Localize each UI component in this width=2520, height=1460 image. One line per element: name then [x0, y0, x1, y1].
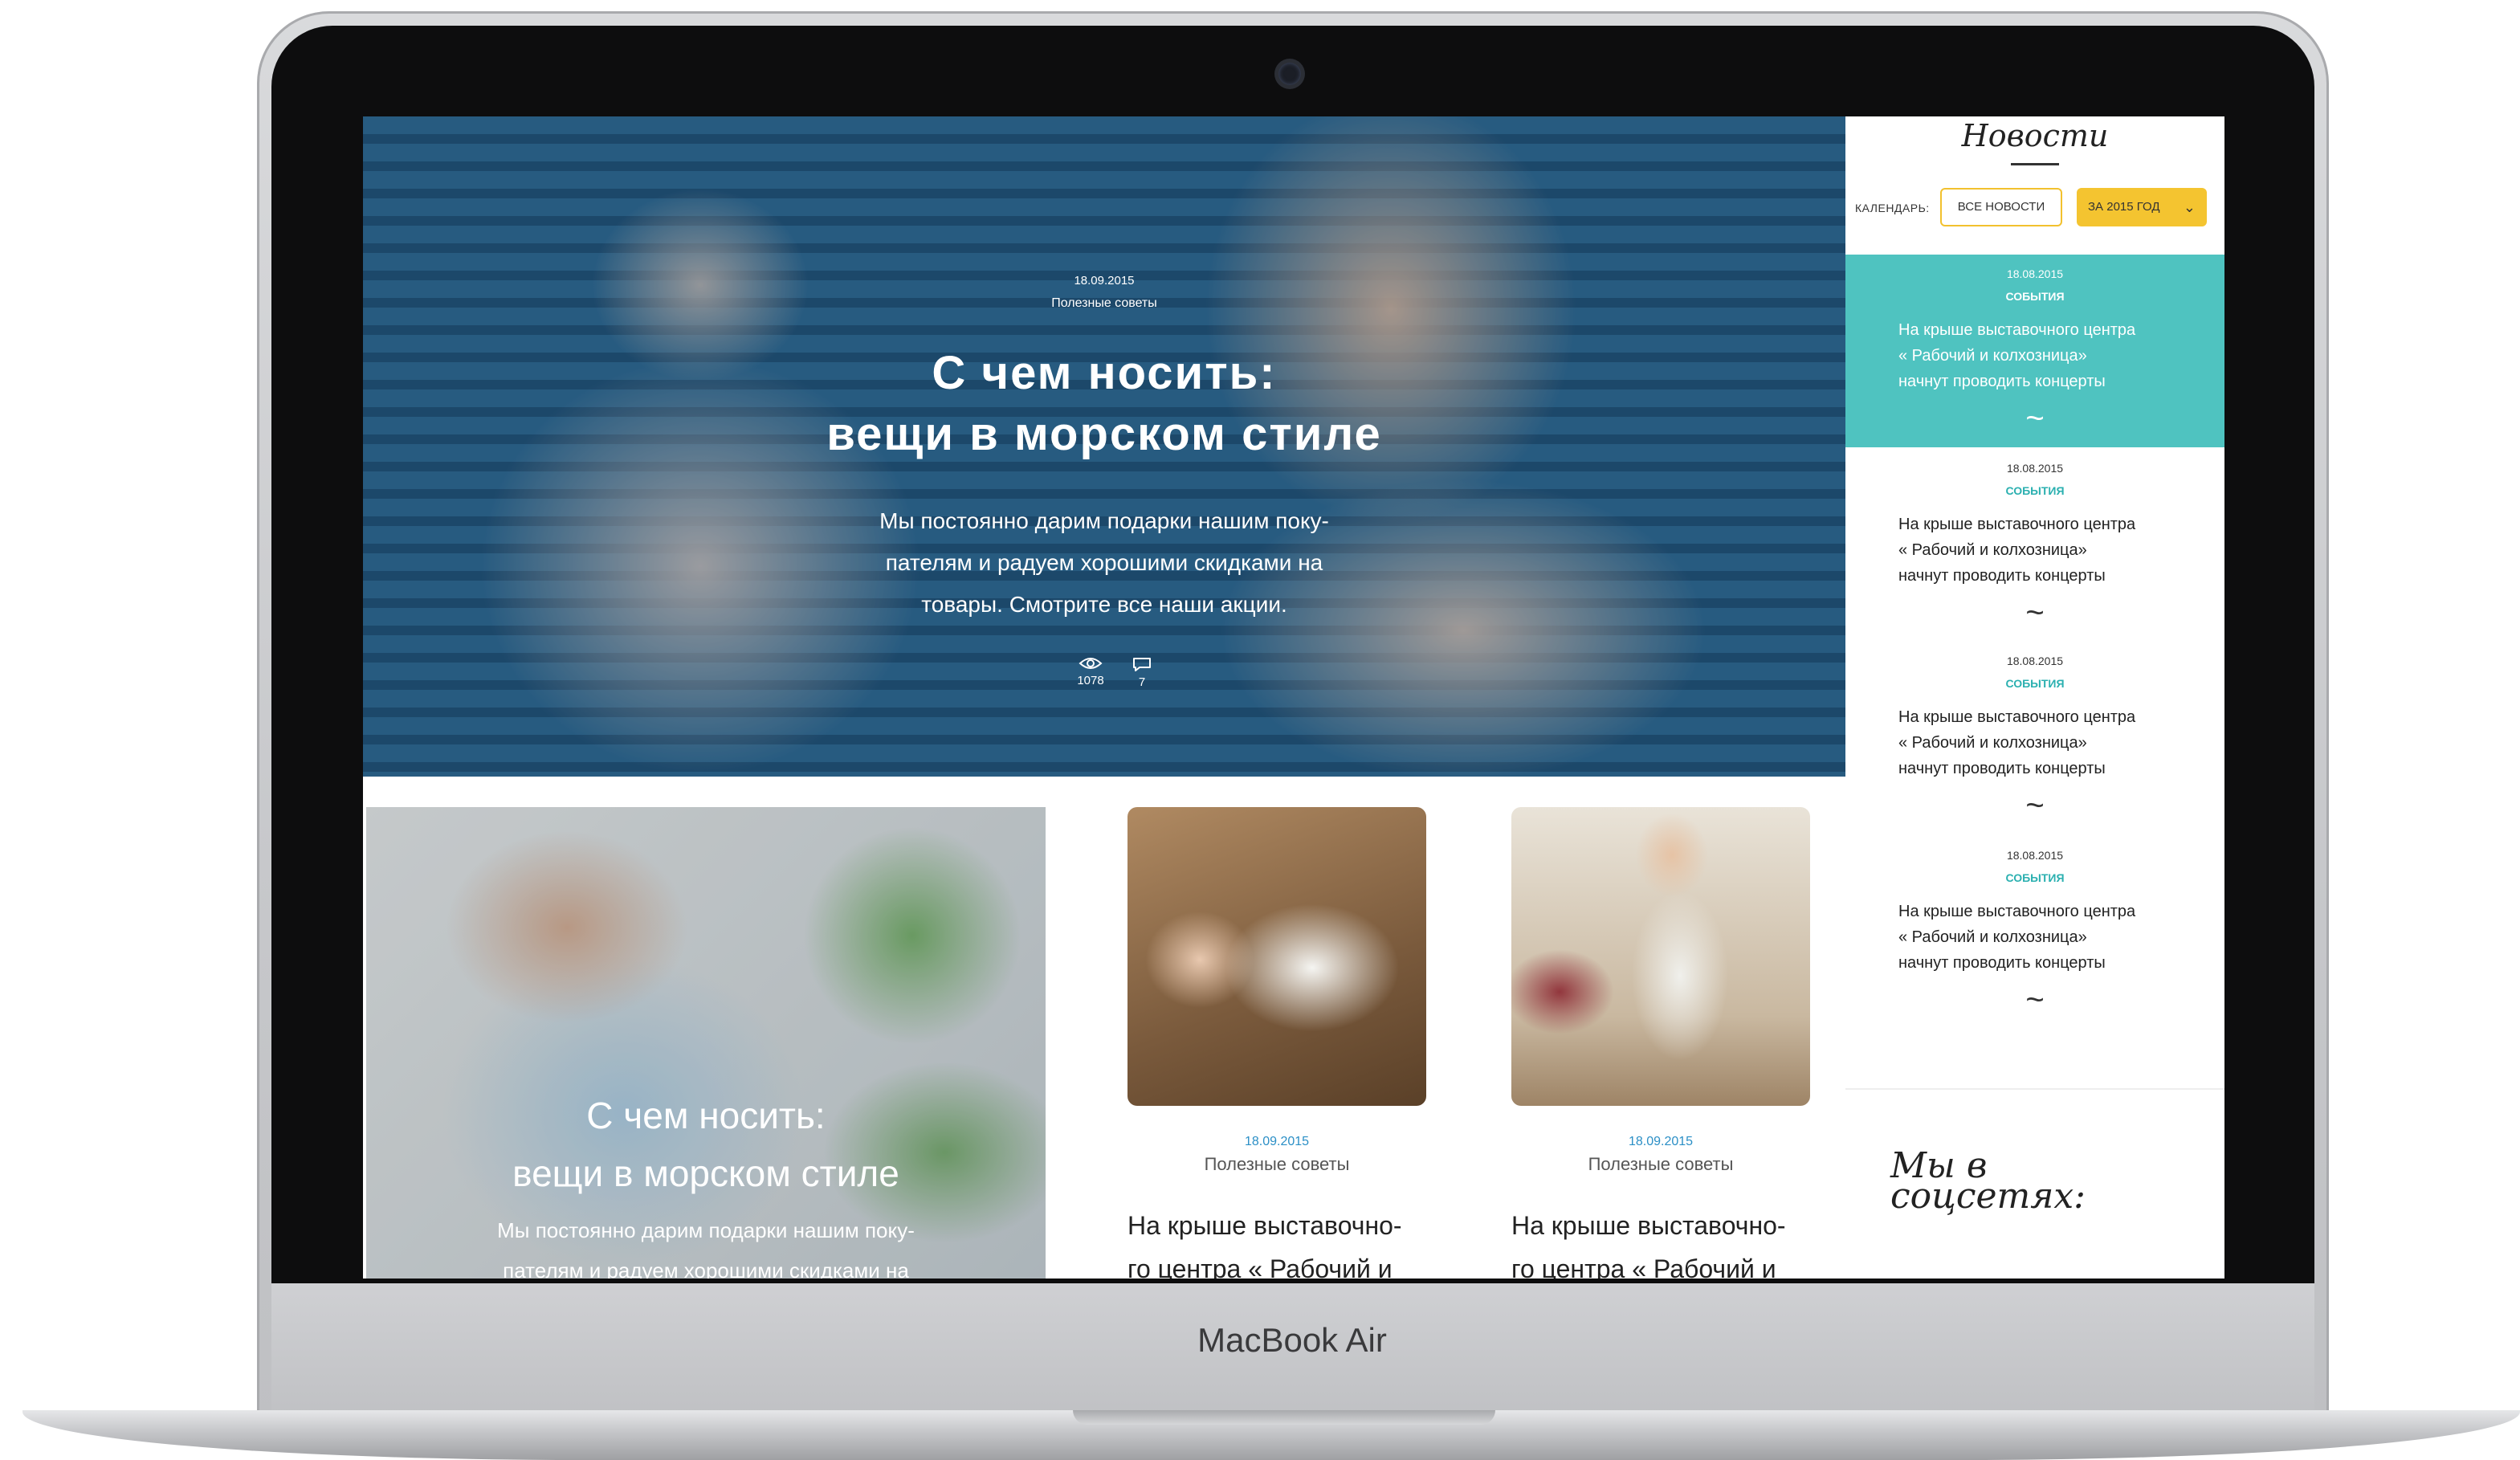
separator-tilde: ~	[2025, 595, 2045, 630]
sidebar-title: Новости	[1961, 118, 2109, 153]
news-category: СОБЫТИЯ	[2005, 677, 2065, 690]
article-category[interactable]: Полезные советы	[1127, 1154, 1426, 1175]
article-title[interactable]: На крыше выставочно- го центра « Рабочий…	[1511, 1204, 1817, 1279]
feature-overlay	[366, 807, 1046, 1279]
social-heading-line: соцсетях:	[1890, 1176, 2086, 1217]
article-title-line: На крыше выставочно-	[1127, 1211, 1402, 1240]
chevron-down-icon: ⌄	[2183, 199, 2196, 215]
device-brand: MacBook Air	[1197, 1321, 1387, 1359]
article-title-line: На крыше выставочно-	[1511, 1211, 1786, 1240]
news-date: 18.08.2015	[2006, 849, 2064, 862]
news-title-line: начнут проводить концерты	[1898, 567, 2106, 585]
views-count: 1078	[1077, 674, 1104, 687]
article-meta: 18.09.2015 Полезные советы	[1511, 1135, 1810, 1175]
article-category[interactable]: Полезные советы	[1511, 1154, 1810, 1175]
news-title-line: « Рабочий и колхозница»	[1898, 347, 2087, 365]
news-title[interactable]: На крыше выставочного центра « Рабочий и…	[1898, 899, 2171, 976]
hero-title[interactable]: С чем носить: вещи в морском стиле	[363, 343, 1845, 465]
hero-text-line: пателям и радуем хорошими скидками на	[885, 550, 1323, 575]
social-heading: Мы в соцсетях:	[1890, 1148, 2086, 1217]
news-title-line: « Рабочий и колхозница»	[1898, 734, 2087, 752]
separator-tilde: ~	[2025, 401, 2045, 436]
article-title[interactable]: На крыше выставочно- го центра « Рабочий…	[1127, 1204, 1433, 1279]
hero-text: Мы постоянно дарим подарки нашим поку- п…	[815, 500, 1393, 626]
article-image[interactable]	[1127, 807, 1426, 1106]
feature-text: Мы постоянно дарим подарки нашим поку- п…	[366, 1210, 1046, 1279]
hero-title-line: С чем носить:	[932, 347, 1277, 399]
news-title-line: На крыше выставочного центра	[1898, 708, 2136, 726]
news-category: СОБЫТИЯ	[2005, 290, 2065, 303]
article-title-line: го центра « Рабочий и	[1511, 1254, 1776, 1279]
sidebar-divider	[1845, 1088, 2224, 1090]
title-underline	[2011, 163, 2059, 165]
hero-text-line: товары. Смотрите все наши акции.	[921, 592, 1287, 617]
article-image[interactable]	[1511, 807, 1810, 1106]
feature-text-line: пателям и радуем хорошими скидками на	[503, 1258, 909, 1279]
year-select[interactable]: ЗА 2015 ГОД ⌄	[2077, 188, 2207, 226]
article-meta: 18.09.2015 Полезные советы	[1127, 1135, 1426, 1175]
news-sidebar: Новости КАЛЕНДАРЬ: ВСЕ НОВОСТИ ЗА 2015 Г…	[1845, 116, 2224, 1279]
news-item[interactable]: 18.08.2015 СОБЫТИЯ На крыше выставочного…	[1845, 267, 2224, 434]
news-item[interactable]: 18.08.2015 СОБЫТИЯ На крыше выставочного…	[1845, 655, 2224, 822]
news-date: 18.08.2015	[2006, 267, 2064, 280]
news-title-line: На крыше выставочного центра	[1898, 903, 2136, 920]
hero-date: 18.09.2015	[1074, 274, 1135, 288]
feature-title-line: С чем носить:	[586, 1095, 826, 1136]
news-title[interactable]: На крыше выставочного центра « Рабочий и…	[1898, 704, 2171, 781]
news-title[interactable]: На крыше выставочного центра « Рабочий и…	[1898, 512, 2171, 589]
hero-category[interactable]: Полезные советы	[363, 296, 1845, 311]
news-date: 18.08.2015	[2006, 655, 2064, 667]
article-title-line: го центра « Рабочий и	[1127, 1254, 1393, 1279]
calendar-label: КАЛЕНДАРЬ:	[1855, 202, 1930, 214]
eye-icon	[1079, 658, 1103, 669]
news-title-line: На крыше выставочного центра	[1898, 516, 2136, 533]
hero-banner[interactable]: 18.09.2015 Полезные советы С чем носить:…	[363, 116, 1845, 777]
news-category: СОБЫТИЯ	[2005, 871, 2065, 884]
news-title[interactable]: На крыше выставочного центра « Рабочий и…	[1898, 317, 2171, 394]
news-item[interactable]: 18.08.2015 СОБЫТИЯ На крыше выставочного…	[1845, 849, 2224, 1016]
article-date: 18.09.2015	[1244, 1135, 1310, 1148]
hero-title-line: вещи в морском стиле	[826, 408, 1382, 460]
camera-icon	[1278, 63, 1301, 85]
news-item[interactable]: 18.08.2015 СОБЫТИЯ На крыше выставочного…	[1845, 462, 2224, 629]
feature-title[interactable]: С чем носить: вещи в морском стиле	[366, 1087, 1046, 1202]
feature-title-line: вещи в морском стиле	[512, 1152, 899, 1194]
news-category: СОБЫТИЯ	[2005, 484, 2065, 497]
comments-counter: 7	[1118, 656, 1166, 689]
views-counter: 1078	[1066, 656, 1115, 687]
news-title-line: начнут проводить концерты	[1898, 373, 2106, 390]
news-date: 18.08.2015	[2006, 462, 2064, 475]
laptop-hinge-notch	[1073, 1410, 1495, 1425]
feature-article-card[interactable]: С чем носить: вещи в морском стиле Мы по…	[366, 807, 1046, 1279]
year-select-label: ЗА 2015 ГОД	[2088, 200, 2160, 214]
news-title-line: « Рабочий и колхозница»	[1898, 541, 2087, 559]
news-title-line: начнут проводить концерты	[1898, 760, 2106, 777]
news-title-line: « Рабочий и колхозница»	[1898, 928, 2087, 946]
comment-icon	[1133, 658, 1151, 671]
all-news-button[interactable]: ВСЕ НОВОСТИ	[1940, 188, 2062, 226]
feature-text-line: Мы постоянно дарим подарки нашим поку-	[497, 1218, 915, 1242]
article-date: 18.09.2015	[1628, 1135, 1694, 1148]
screen: 18.09.2015 Полезные советы С чем носить:…	[363, 116, 2224, 1279]
separator-tilde: ~	[2025, 788, 2045, 823]
news-title-line: начнут проводить концерты	[1898, 954, 2106, 972]
separator-tilde: ~	[2025, 982, 2045, 1018]
hero-text-line: Мы постоянно дарим подарки нашим поку-	[879, 508, 1329, 533]
news-title-line: На крыше выставочного центра	[1898, 321, 2136, 339]
comments-count: 7	[1138, 675, 1146, 689]
